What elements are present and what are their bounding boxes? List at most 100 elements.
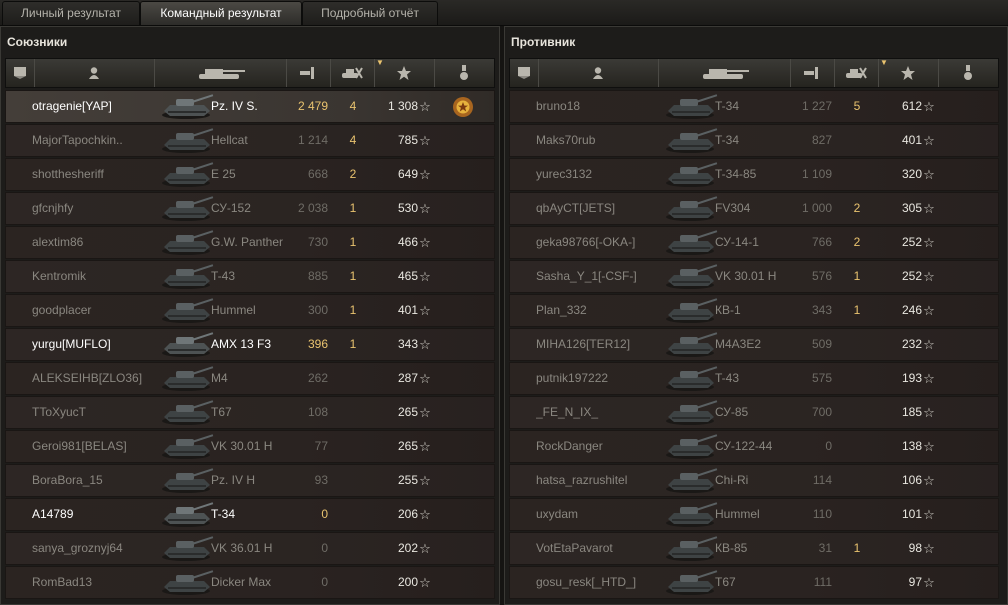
experience-star-icon: ☆ [923,235,935,250]
experience-star-icon [396,65,412,81]
tab-personal-result[interactable]: Личный результат [2,1,140,25]
tank-image-icon [158,263,216,291]
tank-image-icon [662,263,720,291]
sort-kills-button[interactable] [330,59,375,87]
allies-row[interactable]: Kentromik T-43 885 1 465 ☆ [5,260,495,293]
sort-damage-button[interactable] [286,59,331,87]
experience-value: 200 [397,575,418,589]
experience-star-icon [900,65,916,81]
enemies-row[interactable]: Plan_332 КВ-1 343 1 246 ☆ [509,294,999,327]
player-name: Plan_332 [536,303,587,317]
enemies-row[interactable]: Maks70rub T-34 827 401 ☆ [509,124,999,157]
damage-value: 668 [307,167,328,181]
enemies-row[interactable]: VotEtaPavarot КВ-85 31 1 98 ☆ [509,532,999,565]
enemies-row[interactable]: yurec3132 T-34-85 1 109 320 ☆ [509,158,999,191]
kills-icon [340,66,364,80]
damage-value: 300 [307,303,328,317]
experience-value: 206 [397,507,418,521]
tank-name: FV304 [715,201,751,215]
allies-row[interactable]: alextim86 G.W. Panther 730 1 466 ☆ [5,226,495,259]
tank-image-icon [158,331,216,359]
experience-value: 255 [397,473,418,487]
tab-detailed-report[interactable]: Подробный отчёт [302,1,438,25]
sort-tank-button[interactable] [154,59,287,87]
enemies-row[interactable]: _FE_N_IX_ СУ-85 700 185 ☆ [509,396,999,429]
enemies-row[interactable]: geka98766[-OKA-] СУ-14-1 766 2 252 ☆ [509,226,999,259]
sort-kills-button[interactable] [834,59,879,87]
medal-icon[interactable] [451,95,475,119]
sort-player-button[interactable] [34,59,155,87]
tier-icon [13,66,27,80]
enemies-row[interactable]: uxydam Hummel 110 101 ☆ [509,498,999,531]
sort-tank-button[interactable] [658,59,791,87]
tank-image-icon [158,467,216,495]
experience-star-icon: ☆ [923,405,935,420]
experience-value: 185 [901,405,922,419]
tank-name: СУ-85 [715,405,749,419]
sort-tier-button[interactable] [510,59,539,87]
allies-title: Союзники [7,35,68,49]
tab-team-result[interactable]: Командный результат [140,1,302,25]
enemies-row[interactable]: Sasha_Y_1[-CSF-] VK 30.01 H 576 1 252 ☆ [509,260,999,293]
enemies-row[interactable]: gosu_resk[_HTD_] T67 111 97 ☆ [509,566,999,599]
sort-tier-button[interactable] [6,59,35,87]
experience-star-icon: ☆ [923,541,935,556]
tank-image-icon [662,501,720,529]
allies-row[interactable]: RomBad13 Dicker Max 0 200 ☆ [5,566,495,599]
allies-row[interactable]: goodplacer Hummel 300 1 401 ☆ [5,294,495,327]
kills-value: 5 [853,99,861,113]
sort-player-button[interactable] [538,59,659,87]
enemies-row[interactable]: qbAyCT[JETS] FV304 1 000 2 305 ☆ [509,192,999,225]
kills-value: 2 [853,201,861,215]
allies-row[interactable]: yurgu[MUFLO] AMX 13 F3 396 1 343 ☆ [5,328,495,361]
player-name: goodplacer [32,303,92,317]
damage-value: 108 [307,405,328,419]
kills-value: 4 [349,133,357,147]
allies-row[interactable]: shotthesheriff E 25 668 2 649 ☆ [5,158,495,191]
allies-row[interactable]: sanya_groznyj64 VK 36.01 H 0 202 ☆ [5,532,495,565]
allies-row[interactable]: otragenie[YAP] Pz. IV S. 2 479 4 1 308 ☆ [5,90,495,123]
allies-row[interactable]: Geroi981[BELAS] VK 30.01 H 77 265 ☆ [5,430,495,463]
experience-star-icon: ☆ [923,269,935,284]
sort-experience-button[interactable]: ▼ [374,58,435,87]
experience-value: 320 [901,167,922,181]
player-name: hatsa_razrushitel [536,473,628,487]
enemies-row[interactable]: MIHA126[TER12] M4A3E2 509 232 ☆ [509,328,999,361]
damage-value: 77 [314,439,328,453]
allies-panel: Союзники ▼ otragenie[YAP] Pz. IV S. 2 479 4… [0,26,500,605]
damage-value: 1 000 [801,201,832,215]
kills-value: 2 [853,235,861,249]
sort-experience-button[interactable]: ▼ [878,58,939,87]
allies-row[interactable]: BoraBora_15 Pz. IV H 93 255 ☆ [5,464,495,497]
sort-medals-button[interactable] [938,59,998,87]
enemies-row[interactable]: putnik197222 T-43 575 193 ☆ [509,362,999,395]
player-name: bruno18 [536,99,581,113]
player-name: RockDanger [536,439,603,453]
allies-row[interactable]: TToXyucT T67 108 265 ☆ [5,396,495,429]
experience-star-icon: ☆ [419,439,431,454]
experience-value: 252 [901,269,922,283]
sort-damage-button[interactable] [790,59,835,87]
tank-name: VK 30.01 H [715,269,777,283]
enemies-row[interactable]: hatsa_razrushitel Chi-Ri 114 106 ☆ [509,464,999,497]
allies-row[interactable]: A14789 T-34 0 206 ☆ [5,498,495,531]
enemies-row[interactable]: RockDanger СУ-122-44 0 138 ☆ [509,430,999,463]
damage-icon [803,65,821,81]
experience-value: 246 [901,303,922,317]
enemies-row[interactable]: bruno18 T-34 1 227 5 612 ☆ [509,90,999,123]
tank-name: Hellcat [211,133,248,147]
experience-star-icon: ☆ [923,337,935,352]
damage-value: 1 227 [801,99,832,113]
tank-image-icon [158,161,216,189]
allies-row[interactable]: MajorTapochkin.. Hellcat 1 214 4 785 ☆ [5,124,495,157]
kills-value: 1 [349,303,357,317]
tank-image-icon [662,569,720,597]
tank-name: T67 [715,575,736,589]
damage-value: 110 [812,507,832,521]
allies-row[interactable]: gfcnjhfy СУ-152 2 038 1 530 ☆ [5,192,495,225]
sort-medals-button[interactable] [434,59,494,87]
allies-row[interactable]: ALEKSEIHB[ZLO36] M4 262 287 ☆ [5,362,495,395]
tank-image-icon [662,535,720,563]
damage-value: 827 [811,133,832,147]
experience-value: 649 [397,167,418,181]
